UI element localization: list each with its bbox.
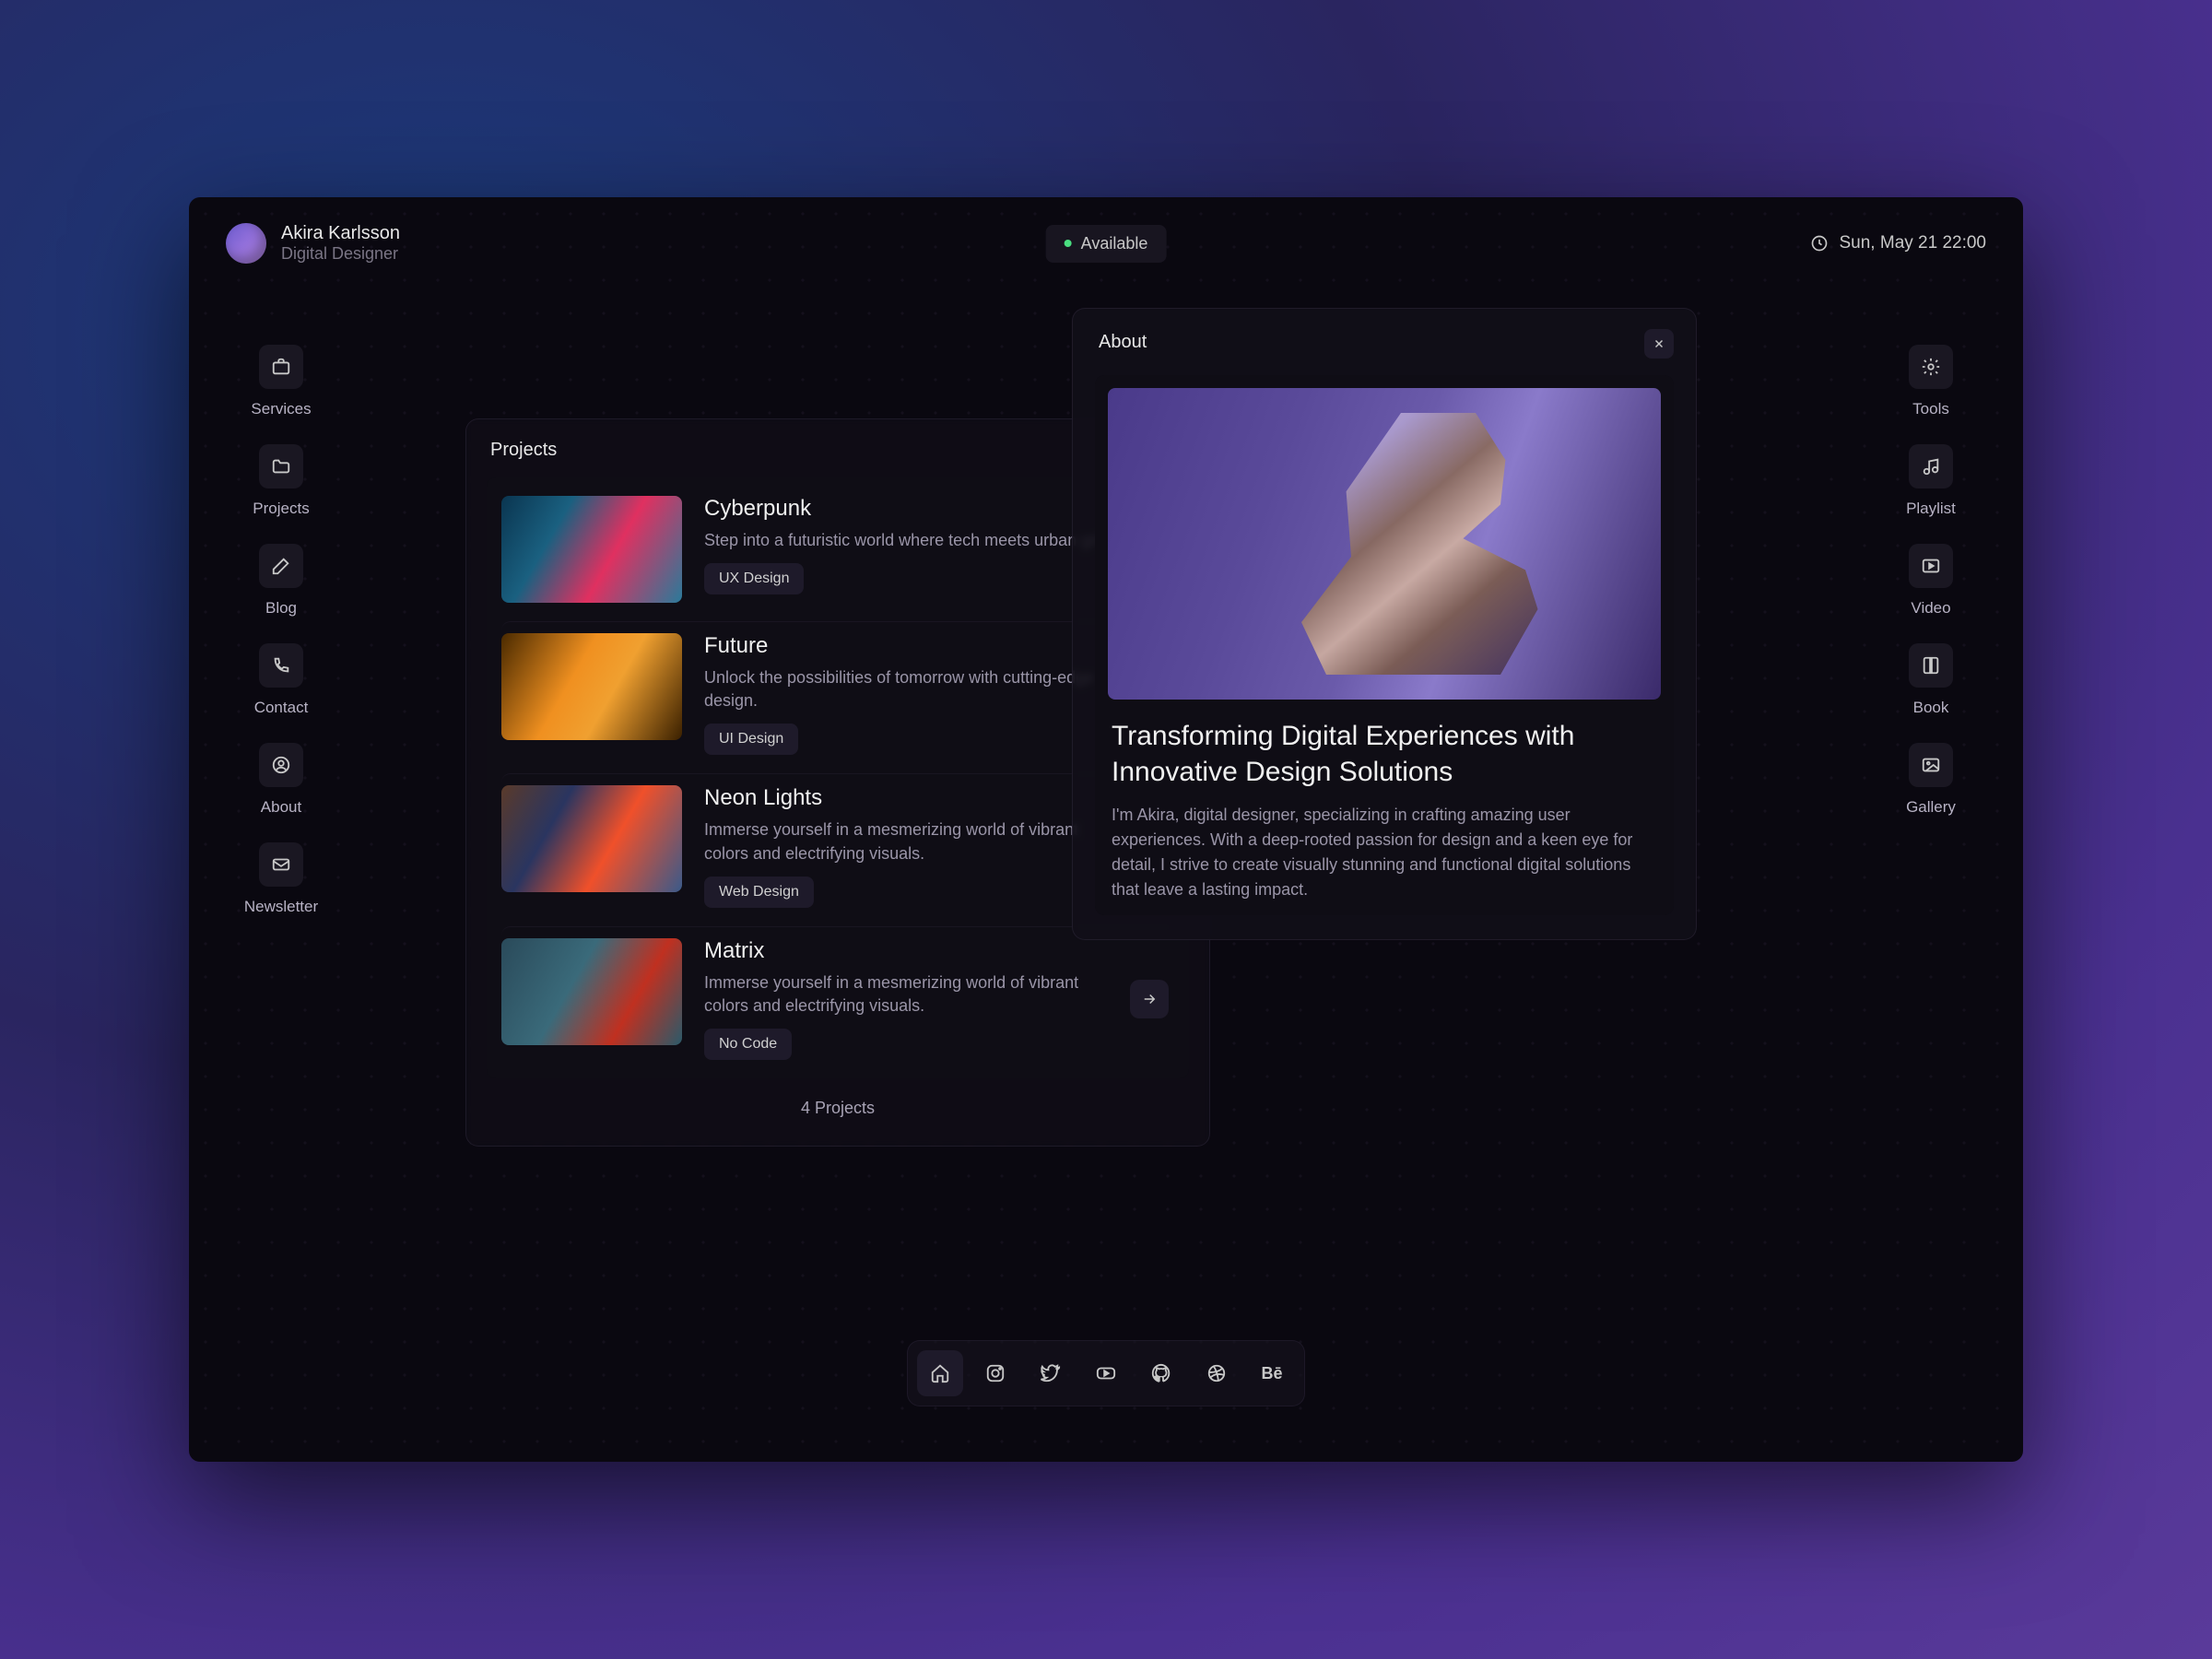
image-icon [1921,755,1941,775]
nav-projects[interactable]: Projects [253,444,309,518]
gear-icon [1921,357,1941,377]
about-panel: About Transforming Digital Experiences w… [1072,308,1697,940]
nav-playlist[interactable]: Playlist [1906,444,1956,518]
dock-youtube[interactable] [1083,1350,1129,1396]
close-icon [1653,337,1665,350]
nav-book[interactable]: Book [1909,643,1953,717]
about-body: I'm Akira, digital designer, specializin… [1112,803,1657,902]
profile-role: Digital Designer [281,244,400,264]
project-desc: Unlock the possibilities of tomorrow wit… [704,666,1119,712]
about-panel-title: About [1095,332,1147,353]
header: Akira Karlsson Digital Designer Availabl… [189,197,2023,289]
github-icon [1151,1363,1171,1383]
project-thumbnail [501,938,682,1045]
folder-icon [271,456,291,477]
nav-label: Video [1911,599,1950,618]
nav-services[interactable]: Services [251,345,311,418]
nav-label: Tools [1912,400,1949,418]
close-button[interactable] [1644,329,1674,359]
status-pill: Available [1046,225,1167,263]
project-thumbnail [501,496,682,603]
nav-gallery[interactable]: Gallery [1906,743,1956,817]
nav-label: Newsletter [244,898,318,916]
user-circle-icon [271,755,291,775]
project-thumbnail [501,633,682,740]
briefcase-icon [271,357,291,377]
project-item[interactable]: Matrix Immerse yourself in a mesmerizing… [501,926,1174,1071]
project-tag: Web Design [704,877,814,908]
nav-label: Book [1913,699,1949,717]
project-desc: Step into a futuristic world where tech … [704,529,1119,552]
project-desc: Immerse yourself in a mesmerizing world … [704,818,1119,865]
youtube-icon [1096,1363,1116,1383]
nav-label: Playlist [1906,500,1956,518]
nav-video[interactable]: Video [1909,544,1953,618]
project-desc: Immerse yourself in a mesmerizing world … [704,971,1119,1018]
nav-label: Projects [253,500,309,518]
about-card: Transforming Digital Experiences with In… [1095,375,1674,915]
project-tag: UI Design [704,724,798,755]
profile-name: Akira Karlsson [281,223,400,244]
nav-label: Services [251,400,311,418]
home-icon [930,1363,950,1383]
nav-about[interactable]: About [259,743,303,817]
about-image [1108,388,1661,700]
dock-instagram[interactable] [972,1350,1018,1396]
music-icon [1921,456,1941,477]
book-icon [1921,655,1941,676]
nav-label: About [261,798,301,817]
pencil-icon [271,556,291,576]
project-title: Matrix [704,938,1119,964]
nav-newsletter[interactable]: Newsletter [244,842,318,916]
project-thumbnail [501,785,682,892]
nav-tools[interactable]: Tools [1909,345,1953,418]
nav-label: Blog [265,599,297,618]
nav-label: Contact [254,699,309,717]
nav-label: Gallery [1906,798,1956,817]
about-heading: Transforming Digital Experiences with In… [1112,718,1657,790]
datetime: Sun, May 21 22:00 [1810,233,1987,253]
nav-blog[interactable]: Blog [259,544,303,618]
twitter-icon [1041,1363,1061,1383]
dock-home[interactable] [917,1350,963,1396]
status-dot-icon [1065,240,1072,247]
project-title: Neon Lights [704,785,1119,811]
profile[interactable]: Akira Karlsson Digital Designer [226,223,400,264]
datetime-text: Sun, May 21 22:00 [1840,233,1987,253]
avatar [226,223,266,264]
mail-icon [271,854,291,875]
open-project-button[interactable] [1130,980,1169,1018]
nav-contact[interactable]: Contact [254,643,309,717]
play-box-icon [1921,556,1941,576]
project-tag: No Code [704,1029,792,1060]
project-title: Cyberpunk [704,496,1119,522]
dock-dribbble[interactable] [1194,1350,1240,1396]
instagram-icon [985,1363,1006,1383]
dock-twitter[interactable] [1028,1350,1074,1396]
left-nav: Services Projects Blog Contact About New… [226,345,336,916]
dock-behance[interactable]: Bē [1249,1350,1295,1396]
dock-github[interactable] [1138,1350,1184,1396]
projects-count: 4 Projects [487,1078,1189,1125]
phone-icon [271,655,291,676]
clock-icon [1810,234,1829,253]
right-nav: Tools Playlist Video Book Gallery [1876,345,1986,916]
project-tag: UX Design [704,563,804,594]
dock: Bē [907,1340,1305,1406]
dribbble-icon [1206,1363,1227,1383]
behance-icon: Bē [1261,1364,1282,1383]
status-text: Available [1081,234,1148,253]
project-title: Future [704,633,1119,659]
arrow-right-icon [1141,991,1158,1007]
